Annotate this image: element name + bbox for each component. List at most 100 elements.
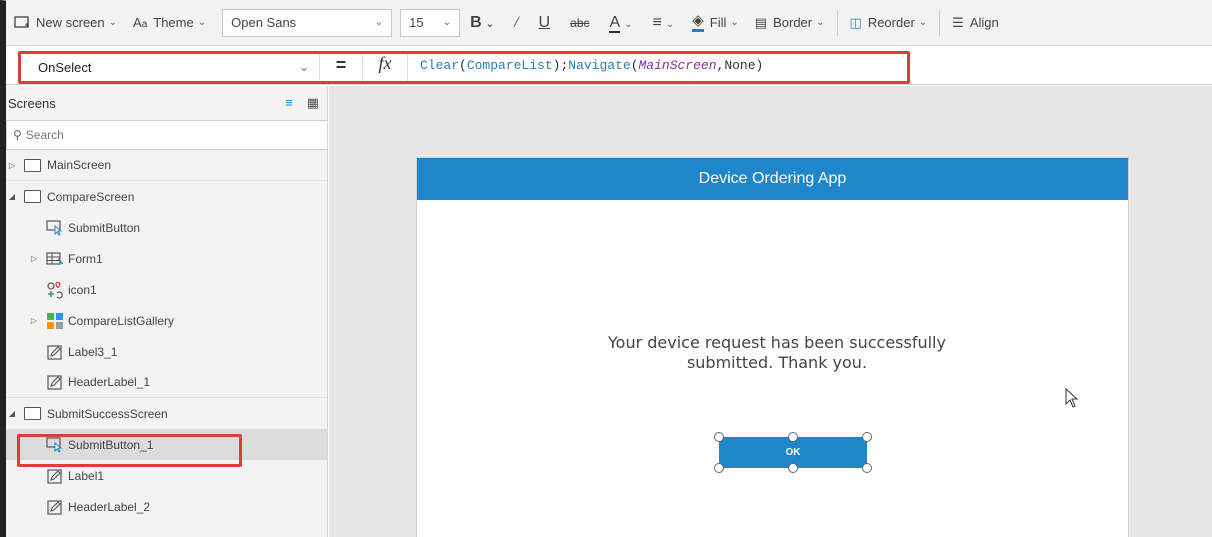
formula-argument: CompareList xyxy=(466,58,553,73)
formula-punct: ,None) xyxy=(716,58,764,73)
ok-button-label: OK xyxy=(785,447,801,458)
font-color-button[interactable]: A ⌄ xyxy=(599,13,642,33)
formula-function: Clear xyxy=(420,58,460,73)
resize-handle[interactable] xyxy=(862,432,872,442)
screens-panel: Screens ≡ ▦ ⚲ Search ▷ MainScreen ◢ Comp… xyxy=(6,86,328,537)
chevron-down-icon: ⌄ xyxy=(816,17,825,28)
chevron-down-icon: ⌄ xyxy=(918,17,928,28)
search-placeholder: Search xyxy=(25,128,64,142)
toolbar-divider xyxy=(836,9,838,36)
text-align-icon: ≡ xyxy=(652,13,662,31)
reorder-label: Reorder xyxy=(867,15,915,30)
tree-item-label: Label3_1 xyxy=(68,344,118,359)
border-button[interactable]: ▤ Border ⌄ xyxy=(747,8,833,38)
app-header-title: Device Ordering App xyxy=(698,170,847,187)
resize-handle[interactable] xyxy=(714,432,724,442)
font-size-value: 15 xyxy=(409,15,424,30)
tree-item-label: SubmitButton_1 xyxy=(68,437,154,452)
font-family-select[interactable]: Open Sans ⌄ xyxy=(222,8,393,37)
theme-icon: Aa xyxy=(133,15,148,30)
new-screen-button[interactable]: New screen ⌄ xyxy=(6,8,125,38)
font-size-select[interactable]: 15 ⌄ xyxy=(400,8,461,37)
expand-caret-icon[interactable]: ▷ xyxy=(28,254,40,263)
tree-item-label: MainScreen xyxy=(47,158,112,172)
equals-sign: = xyxy=(335,55,347,75)
design-canvas[interactable]: Device Ordering App Your device request … xyxy=(329,86,1212,537)
underline-icon[interactable]: U xyxy=(529,14,561,32)
fill-bucket-icon: ◈ xyxy=(692,13,704,32)
app-screen-preview: Device Ordering App Your device request … xyxy=(416,157,1129,537)
chevron-down-icon: ⌄ xyxy=(442,17,452,28)
chevron-down-icon: ⌄ xyxy=(197,17,207,28)
label-edit-icon xyxy=(46,343,64,361)
chevron-down-icon: ⌄ xyxy=(108,17,118,28)
tree-item-submitbutton-1[interactable]: SubmitButton_1 xyxy=(6,429,327,460)
tree-item-label: HeaderLabel_1 xyxy=(68,375,151,389)
panel-header: Screens ≡ ▦ xyxy=(6,86,327,120)
tree-item-mainscreen[interactable]: ▷ MainScreen xyxy=(6,150,327,181)
formula-input[interactable]: Clear(CompareList);Navigate(MainScreen,N… xyxy=(420,58,763,73)
label-edit-icon xyxy=(46,373,64,391)
align-icon: ☰ xyxy=(952,14,964,30)
font-color-icon: A xyxy=(609,13,621,33)
button-icon xyxy=(46,436,64,454)
resize-handle[interactable] xyxy=(788,463,798,473)
expand-caret-icon[interactable]: ▷ xyxy=(6,161,18,170)
strikethrough-icon[interactable]: abc xyxy=(560,16,599,30)
tree-item-label3-1[interactable]: Label3_1 xyxy=(6,336,327,367)
resize-handle[interactable] xyxy=(714,463,724,473)
resize-handle[interactable] xyxy=(788,432,798,442)
screen-icon xyxy=(24,158,41,172)
formula-punct: ); xyxy=(552,58,569,73)
tree-item-headerlabel-2[interactable]: HeaderLabel_2 xyxy=(6,491,327,522)
reorder-button[interactable]: ◫ Reorder ⌄ xyxy=(842,8,936,38)
chevron-down-icon: ⌄ xyxy=(374,17,384,28)
border-icon: ▤ xyxy=(754,14,768,30)
theme-label: Theme xyxy=(153,15,194,30)
form-icon xyxy=(46,250,64,268)
chevron-down-icon: ⌄ xyxy=(730,17,739,28)
tree-item-headerlabel-1[interactable]: HeaderLabel_1 xyxy=(6,367,327,398)
tree-item-label: icon1 xyxy=(68,282,97,297)
tree-item-label: CompareListGallery xyxy=(68,313,175,328)
tree-item-icon1[interactable]: icon1 xyxy=(6,274,327,305)
collapse-caret-icon[interactable]: ◢ xyxy=(6,192,18,201)
expand-caret-icon[interactable]: ▷ xyxy=(28,316,40,325)
label-edit-icon xyxy=(46,498,64,516)
italic-icon[interactable]: / xyxy=(504,14,528,32)
new-screen-icon xyxy=(14,16,29,28)
tree-item-submitsuccessscreen[interactable]: ◢ SubmitSuccessScreen xyxy=(6,398,327,429)
collapse-caret-icon[interactable]: ◢ xyxy=(6,409,18,418)
app-header: Device Ordering App xyxy=(417,158,1128,200)
search-input[interactable]: ⚲ Search xyxy=(6,120,327,150)
bold-icon[interactable]: B ⌄ xyxy=(460,14,504,32)
tree-item-label: SubmitButton xyxy=(68,220,141,235)
fill-label: Fill xyxy=(709,15,727,30)
tree-item-comparelistgallery[interactable]: ▷ CompareListGallery xyxy=(6,305,327,336)
font-family-value: Open Sans xyxy=(231,15,297,30)
tree-item-label1[interactable]: Label1 xyxy=(6,460,327,491)
formula-bar: OnSelect ⌄ = fx Clear(CompareList);Navig… xyxy=(6,47,1212,85)
fill-button[interactable]: ◈ Fill ⌄ xyxy=(684,8,747,38)
align-button[interactable]: ☰ Align xyxy=(944,8,1007,38)
grid-view-icon[interactable]: ▦ xyxy=(307,95,319,111)
property-dropdown[interactable]: OnSelect ⌄ xyxy=(24,54,320,80)
panel-title: Screens xyxy=(8,95,56,111)
reorder-icon: ◫ xyxy=(849,14,862,30)
screen-icon xyxy=(24,190,41,203)
chevron-down-icon: ⌄ xyxy=(298,60,309,74)
resize-handle[interactable] xyxy=(862,463,872,473)
list-view-icon[interactable]: ≡ xyxy=(285,95,293,111)
tree-item-form1[interactable]: ▷ Form1 xyxy=(6,243,327,274)
toolbar-divider xyxy=(939,9,941,36)
property-value: OnSelect xyxy=(38,59,92,75)
text-align-button[interactable]: ≡ ⌄ xyxy=(643,14,685,32)
theme-button[interactable]: Aa Theme ⌄ xyxy=(125,8,214,38)
tree-item-submitbutton[interactable]: SubmitButton xyxy=(6,212,327,243)
search-icon: ⚲ xyxy=(13,128,22,142)
tree-item-comparescreen[interactable]: ◢ CompareScreen xyxy=(6,181,327,212)
ribbon-toolbar: New screen ⌄ Aa Theme ⌄ Open Sans ⌄ 15 ⌄… xyxy=(6,0,1212,46)
success-message[interactable]: Your device request has been successfull… xyxy=(597,333,957,373)
icon-control-icon xyxy=(46,281,64,299)
fx-icon[interactable]: fx xyxy=(362,53,408,81)
